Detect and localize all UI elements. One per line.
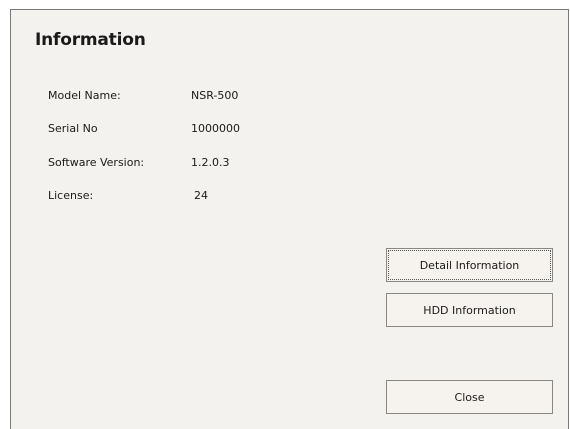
model-name-label: Model Name: [48,89,121,102]
info-row-model-name: Model Name: NSR-500 [48,89,348,103]
info-row-software-version: Software Version: 1.2.0.3 [48,156,348,170]
hdd-information-button[interactable]: HDD Information [386,293,553,327]
info-row-license: License: 24 [48,189,348,203]
software-version-value: 1.2.0.3 [191,156,230,169]
software-version-label: Software Version: [48,156,145,169]
info-row-serial-no: Serial No 1000000 [48,122,348,136]
serial-no-value: 1000000 [191,122,240,135]
close-button-label: Close [454,390,485,404]
detail-information-button[interactable]: Detail Information [386,248,553,282]
detail-information-button-label: Detail Information [388,250,551,280]
model-name-value: NSR-500 [191,89,239,102]
information-dialog: Information Model Name: NSR-500 Serial N… [10,9,569,429]
dialog-title: Information [35,30,146,50]
close-button[interactable]: Close [386,380,553,414]
license-label: License: [48,189,94,202]
license-value: 24 [194,189,208,202]
hdd-information-button-label: HDD Information [423,303,516,317]
serial-no-label: Serial No [48,122,98,135]
